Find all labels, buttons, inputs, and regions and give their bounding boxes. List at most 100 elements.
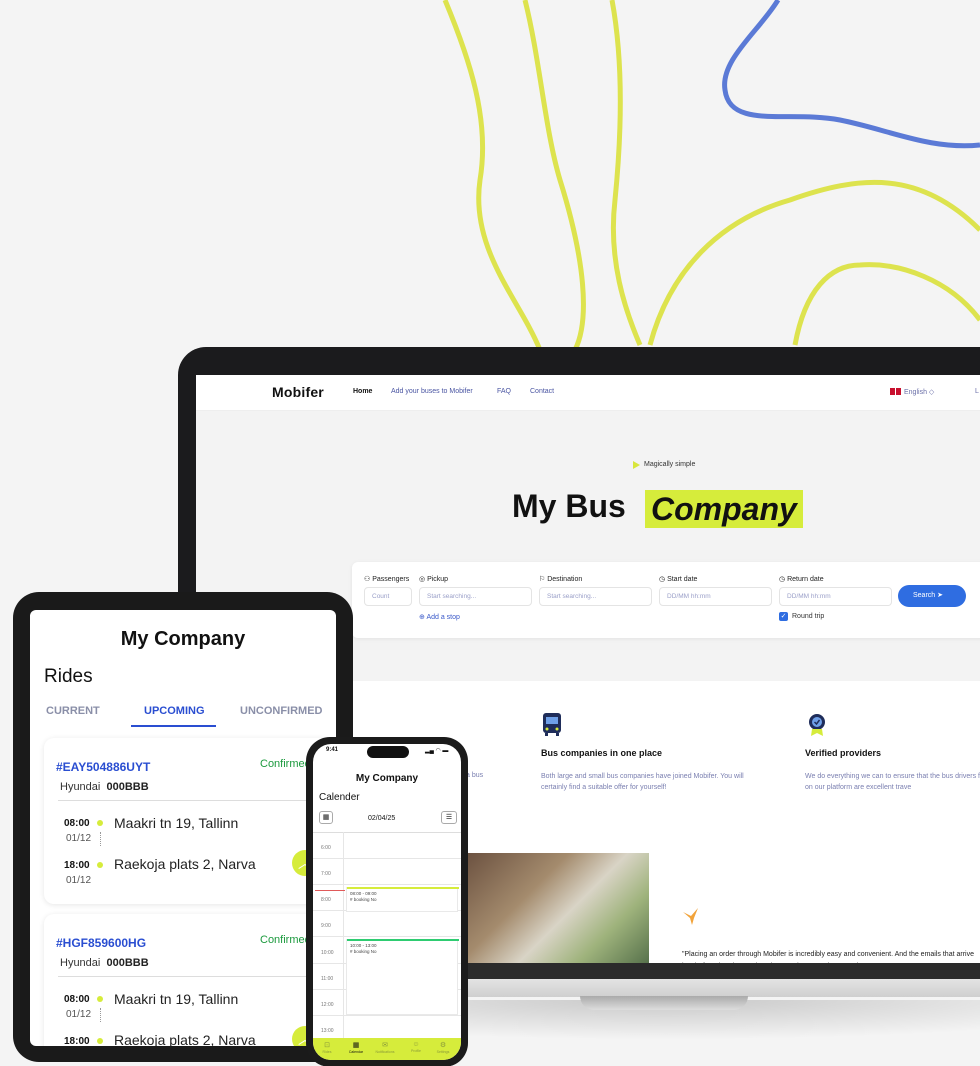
nav-rides-label: Rides xyxy=(322,1050,332,1054)
mobifer-logo[interactable]: Mobifer xyxy=(272,384,324,400)
passengers-label: ⚇ Passengers xyxy=(364,576,410,583)
feature-desc-bus-companies: Both large and small bus companies have … xyxy=(541,773,744,791)
pickup-dot xyxy=(97,820,103,826)
hour-line xyxy=(313,936,461,937)
nav-notifications-label: Notifications xyxy=(375,1050,395,1054)
dropoff-time: 18:00 xyxy=(64,860,90,871)
active-tab-indicator xyxy=(131,725,216,727)
hour-label: 8:00 xyxy=(321,897,331,903)
bus-icon xyxy=(543,713,561,736)
nav-calendar[interactable]: ▦ Calendar xyxy=(344,1041,368,1054)
dropoff-dot xyxy=(97,1038,103,1044)
pickup-label-text: Pickup xyxy=(427,576,449,583)
hero-tagline: Magically simple xyxy=(644,461,696,468)
card-divider xyxy=(58,800,320,801)
nav-notifications[interactable]: ✉ Notifications xyxy=(373,1041,397,1054)
event-label: # booking No xyxy=(350,897,377,902)
calendar-heading: Calender xyxy=(319,792,360,803)
vehicle-plate: 000BBB xyxy=(106,781,149,793)
nav-home[interactable]: Home xyxy=(353,388,372,395)
calendar-icon[interactable]: ▦ xyxy=(319,811,333,824)
ride-card[interactable]: #EAY504886UYT Confirmed Hyundai 000BBB 0… xyxy=(44,738,332,904)
nav-settings[interactable]: ⚙ Settings xyxy=(431,1041,455,1054)
tab-unconfirmed[interactable]: UNCONFIRMED xyxy=(240,705,323,717)
nav-settings-label: Settings xyxy=(436,1050,450,1054)
feature-desc-fragment: a bus xyxy=(466,772,484,779)
search-button-label: Search xyxy=(913,592,936,599)
nav-contact[interactable]: Contact xyxy=(530,388,554,395)
tab-current[interactable]: CURRENT xyxy=(46,705,100,717)
hour-line xyxy=(313,858,461,859)
ride-id[interactable]: #EAY504886UYT xyxy=(56,760,150,774)
pickup-time: 08:00 xyxy=(64,818,90,829)
return-date-input[interactable]: DD/MM hh:mm xyxy=(779,587,892,606)
destination-label-text: Destination xyxy=(547,576,583,583)
feature-title-verified-providers: Verified providers xyxy=(805,748,882,758)
ride-id[interactable]: #HGF859600HG xyxy=(56,936,146,950)
nav-profile-label: Profile xyxy=(411,1049,421,1053)
route-connector xyxy=(100,832,101,846)
pickup-address: Maakri tn 19, Tallinn xyxy=(114,815,239,831)
selected-date[interactable]: 02/04/25 xyxy=(368,815,395,822)
pickup-date: 01/12 xyxy=(66,1009,92,1020)
destination-input[interactable]: Start searching... xyxy=(539,587,652,606)
return-date-label: ◷ Return date xyxy=(779,576,824,583)
hour-label: 6:00 xyxy=(321,845,331,851)
nav-profile[interactable]: ☺ Profile xyxy=(404,1041,428,1053)
round-trip-label: Round trip xyxy=(792,613,825,620)
verified-badge-icon xyxy=(809,714,825,736)
nav-calendar-label: Calendar xyxy=(348,1050,364,1054)
hour-label: 12:00 xyxy=(321,1002,334,1008)
dropoff-address: Raekoja plats 2, Narva xyxy=(114,856,256,872)
nav-add-buses[interactable]: Add your buses to Mobifer xyxy=(391,388,473,395)
hour-label: 7:00 xyxy=(321,871,331,877)
route-connector xyxy=(100,1008,101,1022)
tablet-screen: My Company Rides CURRENT UPCOMING UNCONF… xyxy=(30,610,336,1046)
ride-status: Confirmed xyxy=(260,934,311,946)
add-stop-link[interactable]: ⊕ Add a stop xyxy=(419,613,460,621)
event-color-bar xyxy=(347,887,459,889)
ride-status: Confirmed xyxy=(260,758,311,770)
destination-label: ⚐ Destination xyxy=(539,576,583,583)
vehicle-plate: 000BBB xyxy=(106,957,149,969)
testimonial-photo xyxy=(466,853,649,965)
hour-line xyxy=(313,884,461,885)
dropoff-date: 01/12 xyxy=(66,875,92,886)
event-label: # booking No xyxy=(350,949,377,954)
ride-card[interactable]: #HGF859600HG Confirmed Hyundai 000BBB 08… xyxy=(44,914,332,1046)
phone-screen: 9:41 ▂▄ ◠ ▬ My Company Calender ▦ 02/04/… xyxy=(313,744,461,1060)
tab-upcoming[interactable]: UPCOMING xyxy=(144,705,205,717)
calendar-event[interactable]: 08:00 - 09:00 # booking No xyxy=(346,887,459,912)
pickup-date: 01/12 xyxy=(66,833,92,844)
pickup-address: Maakri tn 19, Tallinn xyxy=(114,991,239,1007)
passengers-input[interactable]: Count xyxy=(364,587,412,606)
search-card: ⚇ Passengers Count ◎ Pickup Start search… xyxy=(352,562,980,638)
start-date-label-text: Start date xyxy=(667,576,698,583)
rides-heading: Rides xyxy=(44,666,93,687)
dropoff-address: Raekoja plats 2, Narva xyxy=(114,1032,256,1046)
card-divider xyxy=(58,976,320,977)
status-time: 9:41 xyxy=(326,747,339,753)
language-select[interactable]: English ◇ xyxy=(904,388,934,396)
pickup-label: ◎ Pickup xyxy=(419,576,449,583)
login-link[interactable]: L xyxy=(975,388,979,395)
start-date-input[interactable]: DD/MM hh:mm xyxy=(659,587,772,606)
calendar-event[interactable]: 10:00 - 13:00 # booking No xyxy=(346,939,459,1015)
tablet-company-title: My Company xyxy=(120,628,246,650)
nav-faq[interactable]: FAQ xyxy=(497,388,511,395)
feature-title-bus-companies: Bus companies in one place xyxy=(541,748,663,758)
hero-title-highlight: Company xyxy=(645,490,803,528)
hour-label: 11:00 xyxy=(321,976,334,982)
passengers-label-text: Passengers xyxy=(372,576,410,583)
ride-vehicle: Hyundai 000BBB xyxy=(60,781,149,793)
nav-rides[interactable]: ⊡ Rides xyxy=(315,1041,339,1054)
bird-logo-icon xyxy=(683,908,698,925)
search-button[interactable]: Search ➤ xyxy=(898,585,966,607)
round-trip-checkbox[interactable]: ✓ xyxy=(779,612,788,621)
play-triangle-icon xyxy=(633,461,640,469)
uk-flag-icon xyxy=(890,388,901,395)
filter-icon[interactable]: ☰ xyxy=(441,811,457,824)
hour-line xyxy=(313,1015,461,1016)
hour-label: 10:00 xyxy=(321,950,334,956)
pickup-input[interactable]: Start searching... xyxy=(419,587,532,606)
